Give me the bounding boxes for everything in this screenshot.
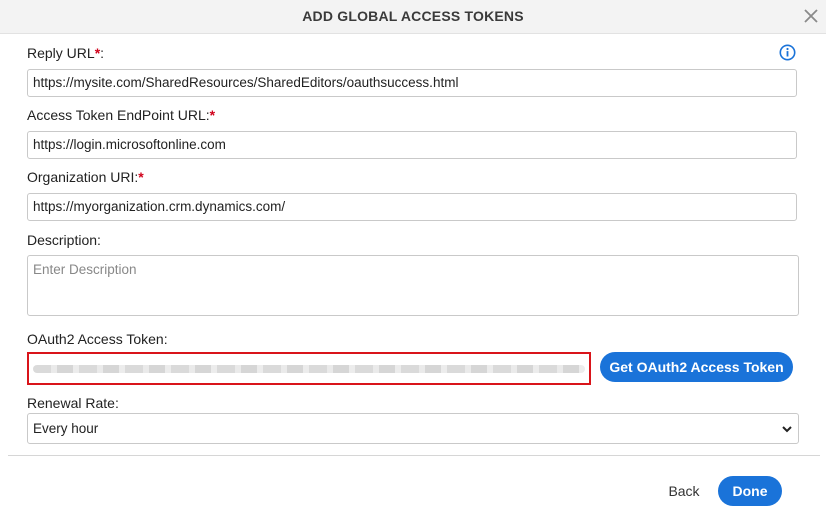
reply-url-input[interactable]: https://mysite.com/SharedResources/Share… xyxy=(27,69,797,97)
organization-uri-input[interactable]: https://myorganization.crm.dynamics.com/ xyxy=(27,193,797,221)
renewal-rate-label: Renewal Rate: xyxy=(27,395,119,411)
info-icon[interactable] xyxy=(779,44,796,61)
access-token-endpoint-label: Access Token EndPoint URL:* xyxy=(27,107,216,123)
required-marker: * xyxy=(138,169,144,185)
chevron-down-icon xyxy=(782,426,792,433)
footer-divider xyxy=(8,455,820,456)
dialog-title: ADD GLOBAL ACCESS TOKENS xyxy=(302,8,524,24)
description-textarea[interactable]: Enter Description xyxy=(27,255,799,316)
oauth2-token-label: OAuth2 Access Token: xyxy=(27,331,168,347)
close-icon[interactable] xyxy=(802,7,820,25)
done-button[interactable]: Done xyxy=(718,476,782,506)
dialog-header: ADD GLOBAL ACCESS TOKENS xyxy=(0,0,826,34)
description-label: Description: xyxy=(27,232,101,248)
redacted-token-value xyxy=(33,365,585,373)
oauth2-token-field[interactable] xyxy=(27,352,591,385)
back-button[interactable]: Back xyxy=(660,476,708,506)
renewal-rate-select[interactable]: Every hour xyxy=(27,413,799,444)
required-marker: * xyxy=(209,107,216,123)
renewal-rate-value: Every hour xyxy=(33,421,99,436)
get-oauth2-token-button[interactable]: Get OAuth2 Access Token xyxy=(600,352,793,382)
organization-uri-label: Organization URI:* xyxy=(27,169,144,185)
access-token-endpoint-input[interactable]: https://login.microsoftonline.com xyxy=(27,131,797,159)
reply-url-label: Reply URL*: xyxy=(27,45,105,61)
